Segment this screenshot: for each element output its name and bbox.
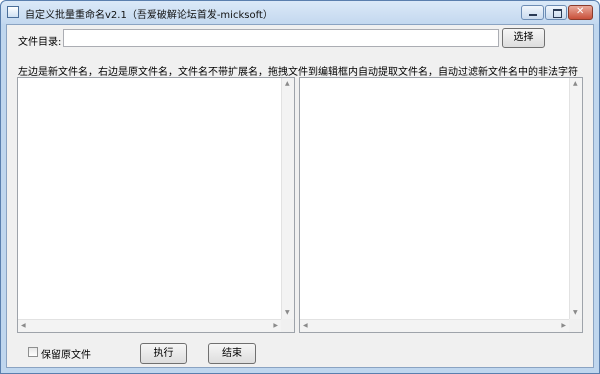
minimize-icon[interactable]: [521, 5, 544, 20]
new-names-editor[interactable]: ▲ ▼ ◀ ▶: [17, 77, 295, 333]
scrollbar-corner: [281, 319, 294, 332]
arrow-left-icon[interactable]: ◀: [21, 322, 26, 330]
maximize-icon[interactable]: [545, 5, 567, 20]
window-app-icon: [7, 6, 19, 18]
keep-original-label[interactable]: 保留原文件: [41, 346, 91, 361]
arrow-right-icon[interactable]: ▶: [561, 322, 566, 330]
title-bar[interactable]: 自定义批量重命名v2.1（吾爱破解论坛首发-micksoft）: [1, 1, 599, 24]
instruction-text: 左边是新文件名，右边是原文件名，文件名不带扩展名，拖拽文件到编辑框内自动提取文件…: [18, 67, 578, 78]
vertical-scrollbar[interactable]: ▲ ▼: [569, 78, 582, 319]
window-title: 自定义批量重命名v2.1（吾爱破解论坛首发-micksoft）: [25, 10, 273, 21]
close-icon[interactable]: [568, 5, 593, 20]
horizontal-scrollbar[interactable]: ◀ ▶: [300, 319, 569, 332]
keep-original-checkbox[interactable]: [28, 347, 38, 357]
dir-input[interactable]: [63, 29, 499, 47]
vertical-scrollbar[interactable]: ▲ ▼: [281, 78, 294, 319]
arrow-left-icon[interactable]: ◀: [303, 322, 308, 330]
arrow-down-icon[interactable]: ▼: [573, 309, 578, 317]
horizontal-scrollbar[interactable]: ◀ ▶: [18, 319, 281, 332]
run-button[interactable]: 执行: [140, 343, 187, 364]
app-window: 自定义批量重命名v2.1（吾爱破解论坛首发-micksoft） 文件目录: 选择…: [0, 0, 600, 374]
end-button[interactable]: 结束: [208, 343, 256, 364]
arrow-down-icon[interactable]: ▼: [285, 309, 290, 317]
arrow-up-icon[interactable]: ▲: [285, 80, 290, 88]
arrow-right-icon[interactable]: ▶: [273, 322, 278, 330]
scrollbar-corner: [569, 319, 582, 332]
original-names-editor[interactable]: ▲ ▼ ◀ ▶: [299, 77, 583, 333]
dir-label: 文件目录:: [18, 37, 62, 48]
arrow-up-icon[interactable]: ▲: [573, 80, 578, 88]
select-button[interactable]: 选择: [502, 28, 545, 48]
client-area: 文件目录: 选择 左边是新文件名，右边是原文件名，文件名不带扩展名，拖拽文件到编…: [6, 24, 594, 368]
